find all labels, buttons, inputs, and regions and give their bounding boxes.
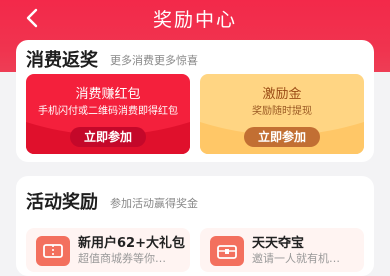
- consume-section-subtitle: 更多消费更多惊喜: [110, 54, 198, 67]
- activity-section-title: 活动奖励: [26, 192, 98, 213]
- activity-item-desc: 超值商城券等你…: [78, 252, 166, 265]
- header-bar: 奖励中心: [0, 0, 390, 36]
- activity-section-subtitle: 参加活动赢得奖金: [110, 197, 198, 210]
- join-now-button[interactable]: 立即参加: [244, 127, 320, 147]
- coupon-card-incentive[interactable]: 激励金 奖励随时提现 立即参加: [200, 74, 364, 154]
- treasure-box-icon: [210, 236, 244, 266]
- coupon-desc: 手机闪付或二维码消费即得红包: [38, 106, 178, 117]
- coupon-title: 消费赚红包: [75, 87, 141, 102]
- coupon-desc: 奖励随时提现: [252, 106, 312, 117]
- coupon-title: 激励金: [262, 87, 302, 102]
- activity-item-desc: 邀请一人就有机…: [252, 252, 340, 265]
- activity-item-new-user-gift[interactable]: 新用户62+大礼包 超值商城券等你…: [26, 228, 190, 272]
- gift-coupon-icon: [36, 236, 70, 266]
- activity-item-title: 天天夺宝: [252, 236, 305, 251]
- coupon-card-red-packet[interactable]: 消费赚红包 手机闪付或二维码消费即得红包 立即参加: [26, 74, 190, 154]
- consume-section-title: 消费返奖: [26, 50, 98, 71]
- page-title: 奖励中心: [152, 9, 237, 31]
- activity-item-daily-treasure[interactable]: 天天夺宝 邀请一人就有机…: [200, 228, 364, 272]
- activity-item-title: 新用户62+大礼包: [78, 236, 185, 251]
- join-now-button[interactable]: 立即参加: [70, 127, 146, 147]
